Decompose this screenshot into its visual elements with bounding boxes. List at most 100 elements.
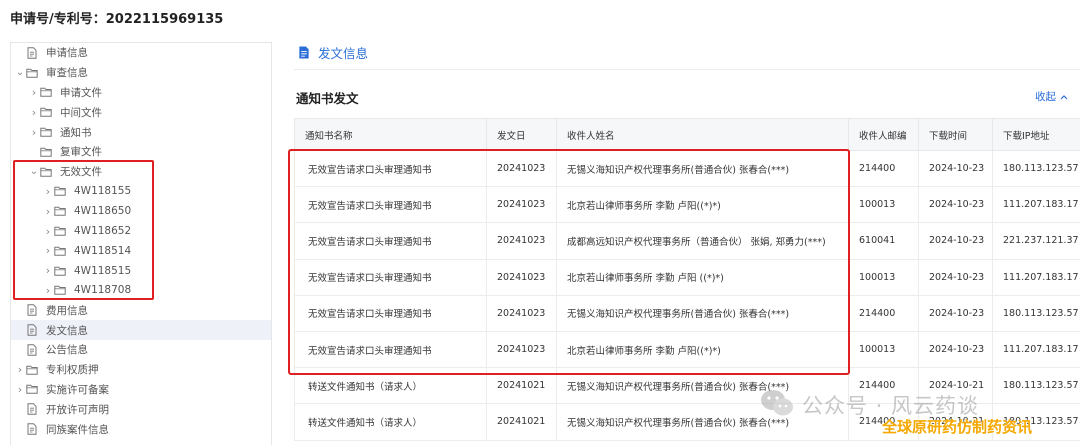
column-header: 下载IP地址 — [992, 118, 1080, 151]
sidebar-item-label: 4W118514 — [74, 244, 132, 257]
table-cell: 2024-10-21 — [918, 367, 993, 405]
chevron-right-icon[interactable]: › — [43, 225, 53, 238]
chevron-right-icon[interactable]: › — [43, 185, 53, 198]
chevron-right-icon[interactable]: › — [29, 86, 39, 99]
sidebar-item[interactable]: › 4W118155 — [11, 182, 271, 202]
chevron-right-icon[interactable]: › — [43, 244, 53, 257]
folder-icon — [53, 224, 67, 238]
sidebar-item-label: 实施许可备案 — [46, 383, 109, 396]
table-cell: 100013 — [848, 186, 919, 224]
chevron-right-icon[interactable]: › — [29, 126, 39, 139]
table-cell: 214400 — [848, 149, 919, 188]
sidebar-item-label: 公告信息 — [46, 344, 88, 357]
table-row[interactable]: 无效宣告请求口头审理通知书 20241023 北京若山律师事务所 李勤 卢阳((*)… — [294, 330, 1080, 369]
sidebar-item-label: 通知书 — [60, 126, 92, 139]
sidebar-item[interactable]: › 4W118514 — [11, 241, 271, 261]
sidebar-item-label: 审查信息 — [46, 67, 88, 80]
sidebar-item[interactable]: › 4W118515 — [11, 261, 271, 281]
sidebar-item[interactable]: 开放许可声明 — [11, 399, 271, 419]
sidebar-item[interactable]: ⌄ 审查信息 — [11, 63, 271, 83]
table-row[interactable]: 转送文件通知书（请求人） 20241021 无锡义海知识产权代理事务所(普通合伙) … — [294, 403, 1080, 441]
collapse-button[interactable]: 收起 — [1035, 89, 1068, 104]
table-cell: 2024-10-23 — [918, 294, 993, 332]
table-cell: 无效宣告请求口头审理通知书 — [294, 330, 487, 369]
folder-icon — [53, 283, 67, 297]
sidebar-item[interactable]: › 通知书 — [11, 122, 271, 142]
table-cell: 111.207.183.17 — [992, 258, 1080, 296]
table-cell: 20241023 — [486, 258, 557, 296]
sidebar-item-label: 4W118155 — [74, 185, 132, 198]
chevron-down-icon[interactable]: ⌄ — [29, 166, 39, 176]
chevron-right-icon[interactable]: › — [15, 383, 25, 396]
table-cell: 无锡义海知识产权代理事务所(普通合伙) 张春合(***) — [556, 367, 849, 405]
file-icon — [25, 402, 39, 416]
chevron-up-icon — [1060, 91, 1068, 103]
sidebar-item-label: 费用信息 — [46, 304, 88, 317]
table-cell: 转送文件通知书（请求人） — [294, 367, 487, 405]
table-cell: 100013 — [848, 330, 919, 369]
sidebar-item[interactable]: › 申请文件 — [11, 83, 271, 103]
table-cell: 221.237.121.37 — [992, 222, 1080, 260]
chevron-right-icon[interactable]: › — [43, 284, 53, 297]
chevron-right-icon[interactable]: › — [15, 363, 25, 376]
sidebar-item[interactable]: › 专利权质押 — [11, 360, 271, 380]
sidebar-item[interactable]: › 4W118652 — [11, 221, 271, 241]
sidebar-item[interactable]: 同族案件信息 — [11, 419, 271, 439]
table-cell: 214400 — [848, 367, 919, 405]
folder-icon — [39, 145, 53, 159]
table-row[interactable]: 无效宣告请求口头审理通知书 20241023 无锡义海知识产权代理事务所(普通合伙)… — [294, 294, 1080, 332]
sidebar-item[interactable]: ⌄ 无效文件 — [11, 162, 271, 182]
table-cell: 214400 — [848, 294, 919, 332]
folder-icon — [25, 382, 39, 396]
chevron-down-icon[interactable]: ⌄ — [15, 67, 25, 77]
sidebar-item[interactable]: › 中间文件 — [11, 102, 271, 122]
sidebar-item[interactable]: 费用信息 — [11, 300, 271, 320]
folder-icon — [53, 244, 67, 258]
column-header: 通知书名称 — [294, 118, 487, 151]
chevron-right-icon[interactable]: › — [43, 205, 53, 218]
table-row[interactable]: 无效宣告请求口头审理通知书 20241023 成都高远知识产权代理事务所（普通合伙）… — [294, 222, 1080, 260]
table-cell: 无锡义海知识产权代理事务所(普通合伙) 张春合(***) — [556, 403, 849, 441]
table-cell: 北京若山律师事务所 李勤 卢阳((*)*) — [556, 186, 849, 224]
sidebar-item[interactable]: 申请信息 — [11, 43, 271, 63]
file-icon — [25, 422, 39, 436]
folder-icon — [53, 184, 67, 198]
column-header: 收件人邮编 — [848, 118, 919, 151]
table-row[interactable]: 转送文件通知书（请求人） 20241021 无锡义海知识产权代理事务所(普通合伙) … — [294, 367, 1080, 405]
sidebar-item-label: 申请文件 — [60, 86, 102, 99]
notice-table: 通知书名称 发文日 收件人姓名 收件人邮编 下载时间 下载IP地址 无效宣告请求口头审理通… — [294, 118, 1080, 441]
table-cell: 20241023 — [486, 222, 557, 260]
table-row[interactable]: 无效宣告请求口头审理通知书 20241023 北京若山律师事务所 李勤 卢阳((*)… — [294, 186, 1080, 224]
sidebar-item[interactable]: 发文信息 — [11, 320, 271, 340]
sidebar-item[interactable]: 公告信息 — [11, 340, 271, 360]
table-cell: 无效宣告请求口头审理通知书 — [294, 149, 487, 188]
chevron-right-icon[interactable]: › — [29, 106, 39, 119]
sidebar-item-label: 同族案件信息 — [46, 423, 109, 436]
file-icon — [25, 46, 39, 60]
table-cell: 北京若山律师事务所 李勤 卢阳 ((*)*) — [556, 258, 849, 296]
table-cell: 无效宣告请求口头审理通知书 — [294, 258, 487, 296]
sub-title: 通知书发文 — [296, 91, 359, 106]
chevron-right-icon[interactable]: › — [43, 264, 53, 277]
application-number-title: 申请号/专利号：2022115969135 — [10, 12, 224, 27]
file-icon — [25, 323, 39, 337]
sidebar-item-label: 发文信息 — [46, 324, 88, 337]
table-cell: 111.207.183.17 — [992, 330, 1080, 369]
document-icon — [297, 45, 311, 59]
table-cell: 180.113.123.57 — [992, 149, 1080, 188]
table-row[interactable]: 无效宣告请求口头审理通知书 20241023 无锡义海知识产权代理事务所(普通合伙)… — [294, 149, 1080, 188]
sidebar-item[interactable]: › 实施许可备案 — [11, 380, 271, 400]
sidebar-item-label: 无效文件 — [60, 166, 102, 179]
file-icon — [25, 303, 39, 317]
table-cell: 20241023 — [486, 294, 557, 332]
table-cell: 20241021 — [486, 367, 557, 405]
table-cell: 无锡义海知识产权代理事务所(普通合伙) 张春合(***) — [556, 149, 849, 188]
table-cell: 2024-10-23 — [918, 222, 993, 260]
folder-icon — [53, 264, 67, 278]
sidebar-item[interactable]: › 4W118708 — [11, 281, 271, 301]
sidebar-item[interactable]: › 4W118650 — [11, 201, 271, 221]
table-row[interactable]: 无效宣告请求口头审理通知书 20241023 北京若山律师事务所 李勤 卢阳 ((*… — [294, 258, 1080, 296]
sidebar-item[interactable]: 复审文件 — [11, 142, 271, 162]
table-cell: 20241023 — [486, 186, 557, 224]
sidebar-item-label: 4W118708 — [74, 284, 132, 297]
